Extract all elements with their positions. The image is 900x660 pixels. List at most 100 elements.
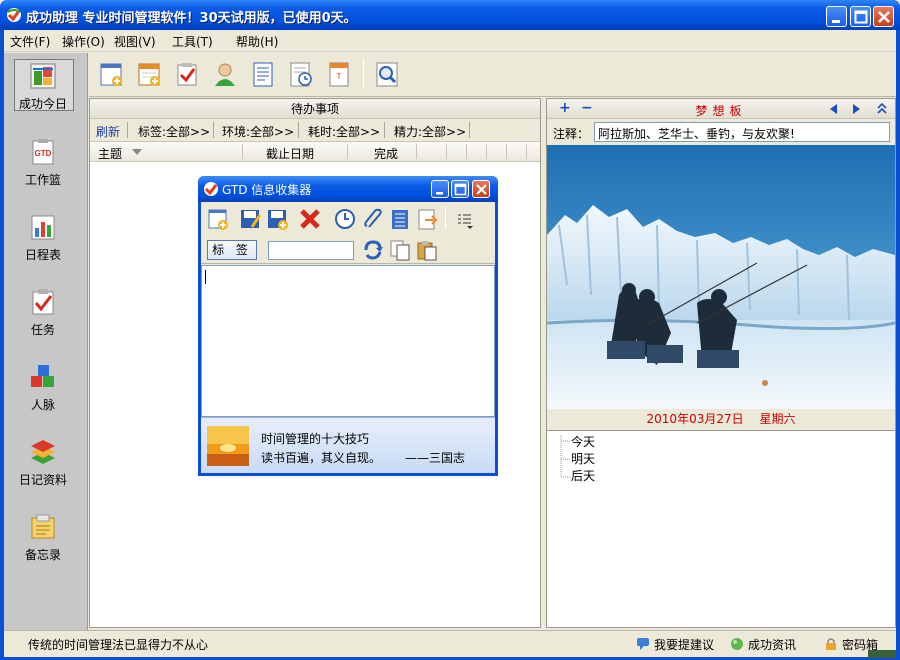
window-title: 成功助理 专业时间管理软件！30天试用版，已使用0天。	[26, 11, 357, 26]
export-icon[interactable]	[415, 207, 439, 231]
note-input[interactable]: 阿拉斯加、芝华士、垂钓，与友欢聚!	[594, 122, 890, 142]
column-separator[interactable]	[242, 144, 243, 159]
filter-energy[interactable]: 精力:全部>>	[394, 123, 466, 140]
nav-label-memo: 备忘录	[24, 548, 61, 562]
svg-text:T: T	[337, 72, 342, 81]
column-complete[interactable]: 完成	[374, 145, 398, 162]
minimize-icon	[832, 20, 840, 23]
filter-context[interactable]: 环境:全部>>	[222, 123, 294, 140]
today-icon	[30, 63, 56, 89]
attachment-icon[interactable]	[361, 207, 385, 231]
news-link[interactable]: 成功资讯	[748, 636, 796, 653]
sunset-thumbnail	[207, 426, 249, 466]
save-new-icon[interactable]	[265, 207, 289, 231]
nav-item-memo[interactable]: 备忘录	[4, 508, 88, 570]
text-cursor	[205, 270, 206, 284]
search-icon[interactable]	[373, 60, 401, 88]
lock-icon	[826, 638, 836, 650]
tree-item-day-after[interactable]: 后天	[571, 467, 595, 484]
tree-item-tomorrow[interactable]: 明天	[571, 450, 595, 467]
column-separator[interactable]	[486, 144, 487, 159]
column-separator[interactable]	[506, 144, 507, 159]
nav-item-diary[interactable]: 日记资料	[4, 433, 88, 495]
close-icon	[476, 184, 487, 195]
menu-help[interactable]: 帮助(H)	[236, 33, 278, 50]
paste-icon[interactable]	[415, 238, 439, 262]
tag-input[interactable]	[268, 241, 354, 260]
refresh-cycle-icon[interactable]	[361, 238, 385, 262]
nav-item-contacts[interactable]: 人脉	[4, 358, 88, 420]
previous-arrow-icon[interactable]	[830, 104, 838, 114]
dialog-toolbar-separator	[445, 207, 446, 229]
dream-board-panel: + − 梦想板 注释： 阿拉斯加、芝华士、垂钓，与友欢聚! 2010年03月27…	[546, 98, 896, 628]
status-message: 传统的时间管理法已显得力不从心	[28, 638, 209, 652]
column-due-date[interactable]: 截止日期	[266, 145, 314, 162]
note-label: 注释：	[553, 127, 590, 141]
nav-label-diary: 日记资料	[18, 473, 67, 487]
dialog-toolbar-primary	[201, 202, 495, 234]
nav-item-schedule[interactable]: 日程表	[4, 208, 88, 270]
filter-separator	[384, 122, 385, 138]
filter-tag[interactable]: 标签:全部>>	[138, 123, 210, 140]
nav-label-tasks: 任务	[30, 323, 55, 337]
title-bar[interactable]: 成功助理 专业时间管理软件！30天试用版，已使用0天。	[0, 0, 900, 30]
column-separator[interactable]	[446, 144, 447, 159]
dialog-maximize-button[interactable]	[451, 180, 469, 198]
collapse-up-icon[interactable]	[877, 103, 887, 115]
new-note-icon[interactable]	[206, 207, 230, 231]
column-separator[interactable]	[466, 144, 467, 159]
current-date: 2010年03月27日	[646, 412, 744, 426]
column-separator[interactable]	[526, 144, 527, 159]
filter-separator	[127, 122, 128, 138]
dialog-close-button[interactable]	[472, 180, 490, 198]
note-text-area[interactable]	[201, 265, 495, 417]
note-row: 注释： 阿拉斯加、芝华士、垂钓，与友欢聚!	[547, 120, 895, 144]
new-diary-icon[interactable]	[249, 60, 277, 88]
close-button[interactable]	[873, 6, 894, 27]
filter-duration[interactable]: 耗时:全部>>	[308, 123, 380, 140]
nav-item-gtd-basket[interactable]: GTD 工作篮	[4, 133, 88, 195]
new-contact-icon[interactable]	[211, 60, 239, 88]
more-options-icon[interactable]	[453, 207, 477, 231]
green-circle-icon	[731, 638, 743, 650]
menu-file[interactable]: 文件(F)	[10, 33, 50, 50]
column-separator[interactable]	[347, 144, 348, 159]
copy-icon[interactable]	[388, 238, 412, 262]
column-subject[interactable]: 主题	[98, 145, 122, 162]
left-navigation: 成功今日 GTD 工作篮 日程表 任务 人脉 日记资料 备忘录	[4, 53, 88, 630]
app-logo-icon	[7, 8, 21, 22]
minimize-button[interactable]	[826, 6, 847, 27]
menu-bar: 文件(F) 操作(O) 视图(V) 工具(T) 帮助(H)	[4, 30, 896, 52]
gtd-collector-dialog: GTD 信息收集器 标 签 时间管理的十大技巧 读书百遍，其义自现。 ——三国志	[198, 176, 498, 476]
column-separator[interactable]	[416, 144, 417, 159]
nav-item-tasks[interactable]: 任务	[4, 283, 88, 345]
sort-down-icon[interactable]	[132, 149, 142, 155]
new-memo-icon[interactable]: T	[325, 60, 353, 88]
delete-icon[interactable]	[298, 207, 322, 231]
dialog-body: 标 签 时间管理的十大技巧 读书百遍，其义自现。 ——三国志	[201, 202, 495, 473]
tip-title: 时间管理的十大技巧	[261, 432, 370, 446]
save-edit-icon[interactable]	[238, 207, 262, 231]
refresh-link[interactable]: 刷新	[96, 123, 120, 140]
new-schedule-icon[interactable]	[135, 60, 163, 88]
dialog-title-bar[interactable]: GTD 信息收集器	[198, 176, 498, 202]
suggestion-link[interactable]: 我要提建议	[654, 636, 714, 653]
main-toolbar: T	[89, 53, 896, 97]
next-arrow-icon[interactable]	[853, 104, 861, 114]
maximize-button[interactable]	[850, 6, 871, 27]
menu-operation[interactable]: 操作(O)	[62, 33, 105, 50]
tip-quote: 读书百遍，其义自现。	[261, 451, 382, 465]
new-task-icon[interactable]	[173, 60, 201, 88]
nav-item-today[interactable]: 成功今日	[4, 57, 88, 119]
list-icon[interactable]	[388, 207, 412, 231]
new-reminder-icon[interactable]	[287, 60, 315, 88]
clock-icon[interactable]	[333, 207, 357, 231]
resize-grip[interactable]	[868, 650, 896, 658]
tree-item-today[interactable]: 今天	[571, 433, 595, 450]
filter-separator	[469, 122, 470, 138]
dialog-minimize-button[interactable]	[431, 180, 449, 198]
menu-tools[interactable]: 工具(T)	[172, 33, 213, 50]
menu-view[interactable]: 视图(V)	[114, 33, 156, 50]
new-item-icon[interactable]	[97, 60, 125, 88]
tag-button[interactable]: 标 签	[207, 240, 257, 260]
